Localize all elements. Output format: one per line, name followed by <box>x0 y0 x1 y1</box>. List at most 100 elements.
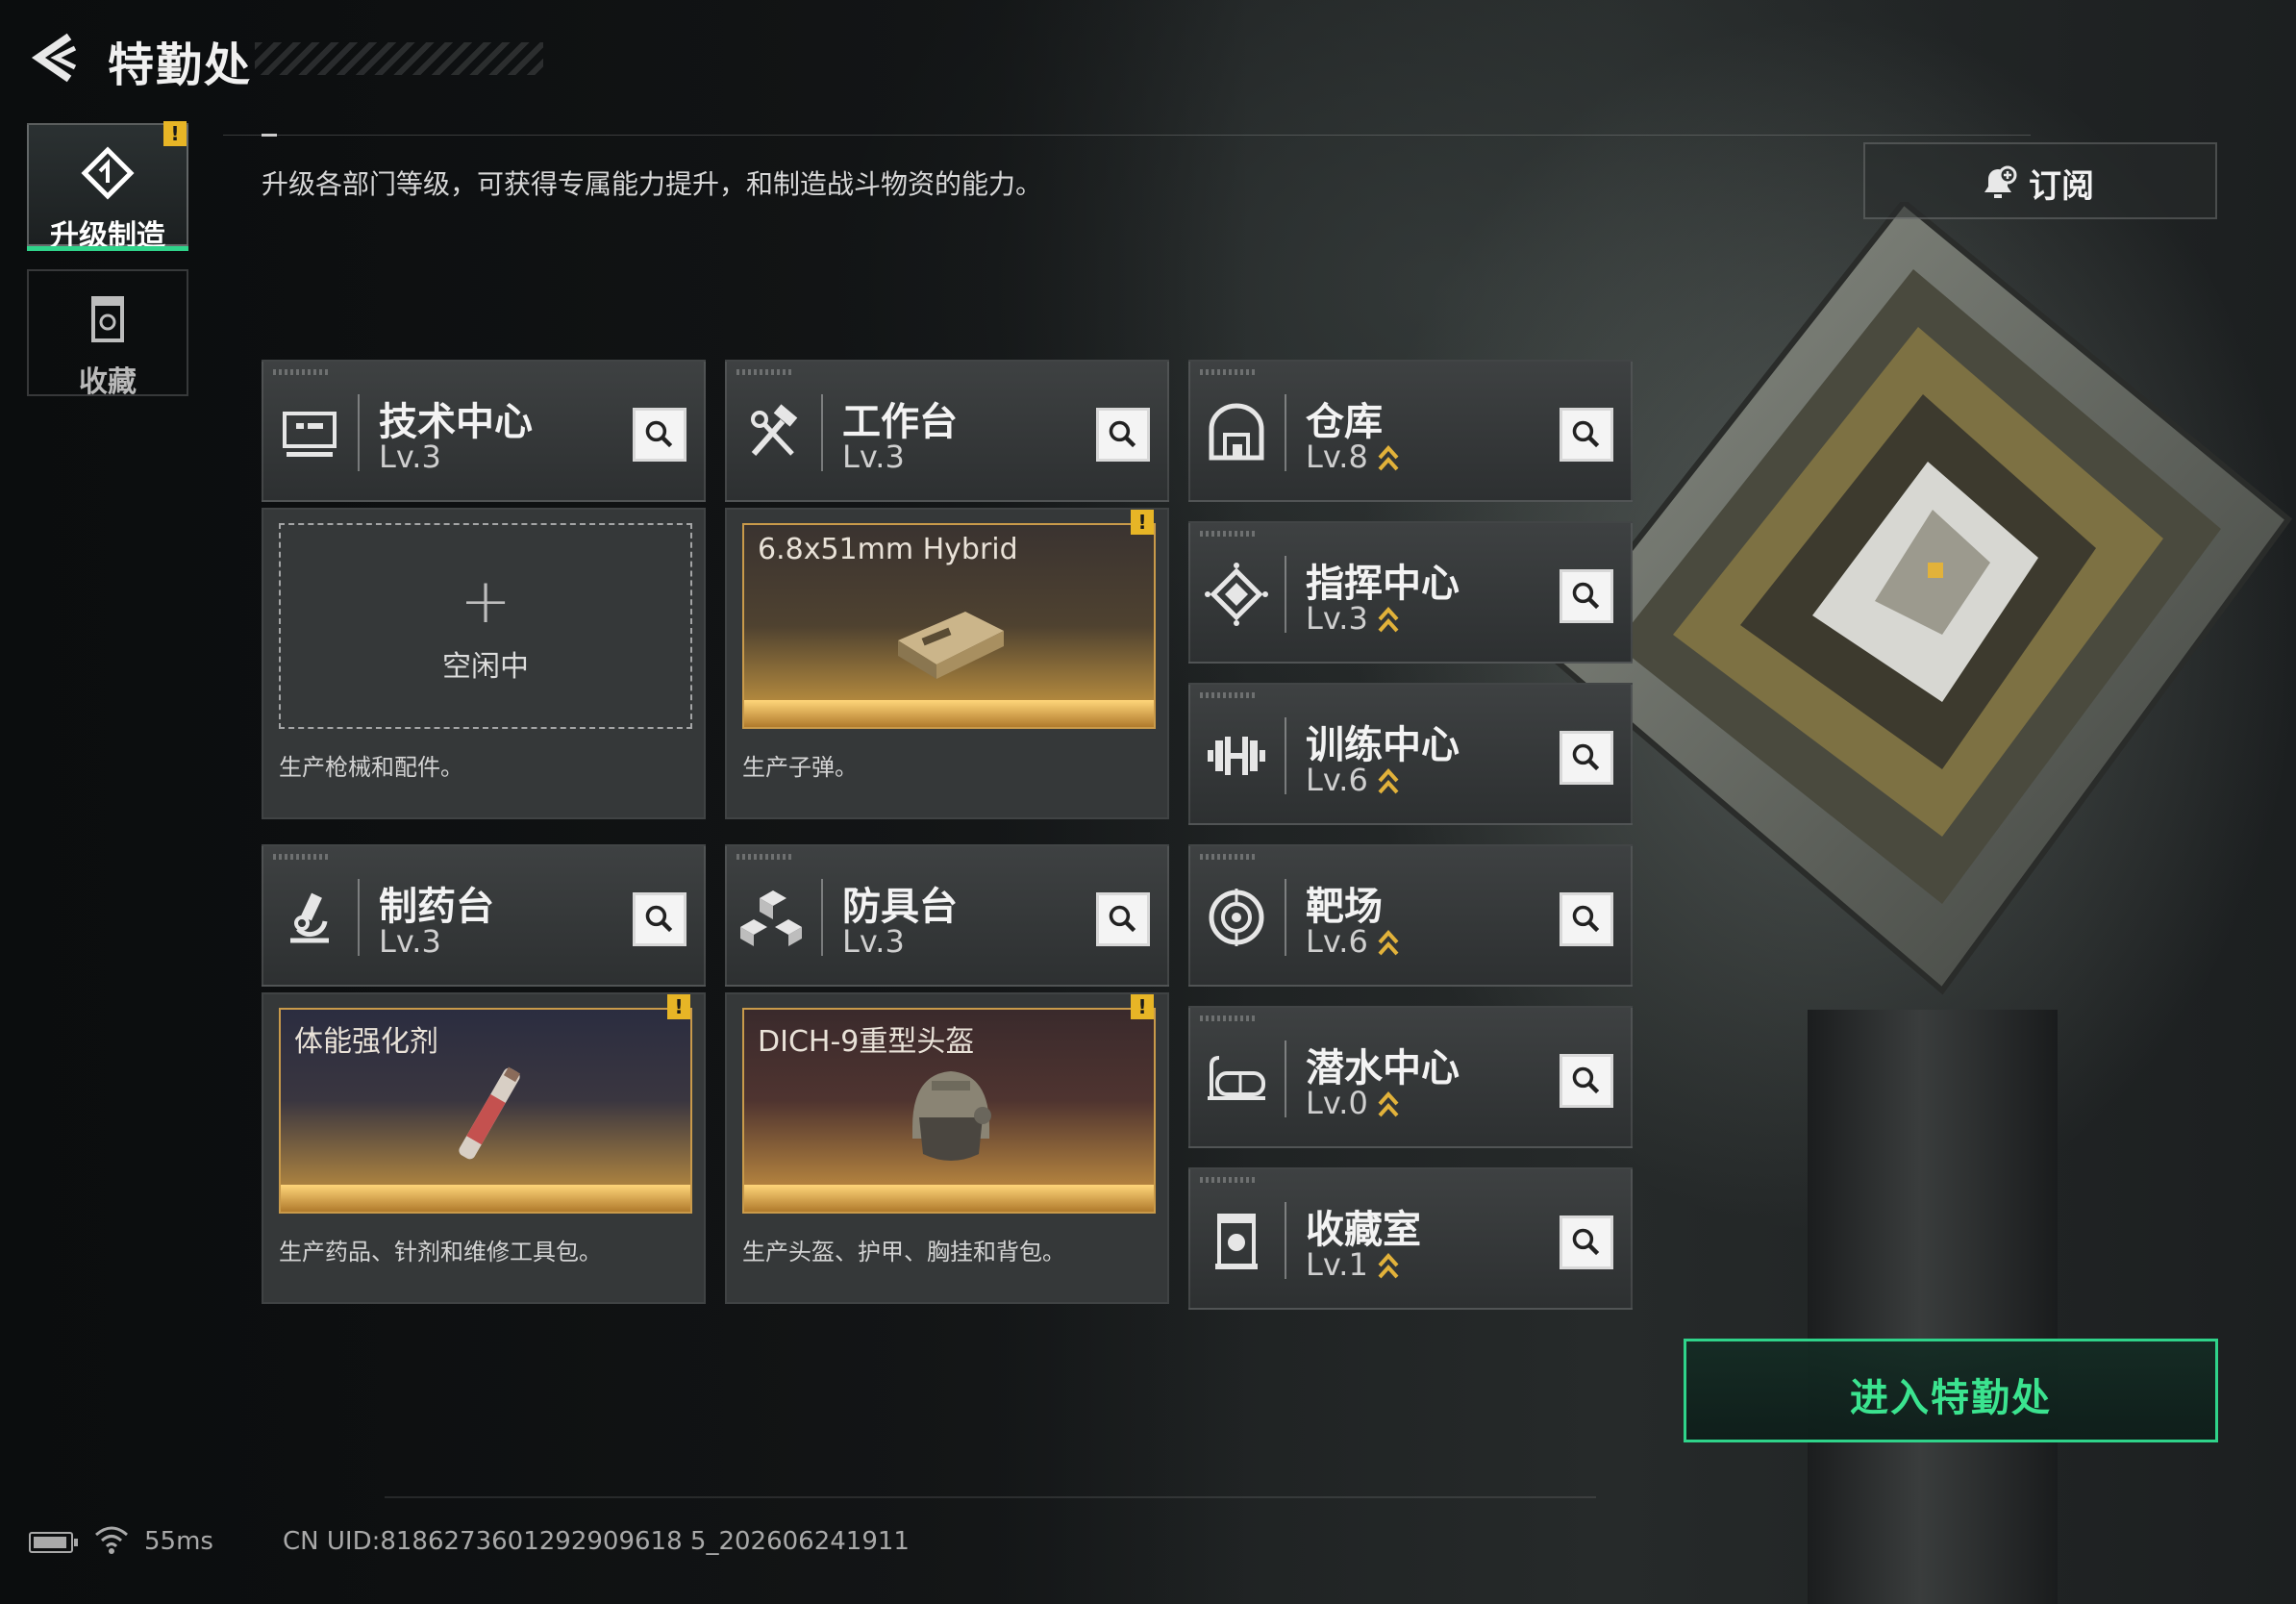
separator <box>1285 717 1286 794</box>
syringe-icon <box>459 1066 521 1160</box>
collection-jar-icon <box>1215 1214 1258 1269</box>
search-icon[interactable] <box>1560 1054 1613 1108</box>
alert-badge: ! <box>1131 994 1154 1019</box>
search-icon[interactable] <box>1560 892 1613 946</box>
separator <box>1285 394 1286 471</box>
alert-badge: ! <box>1131 510 1154 535</box>
station-training-center[interactable]: 训练中心 Lv.6 <box>1188 683 1633 825</box>
search-icon[interactable] <box>633 892 686 946</box>
page-description: 升级各部门等级，可获得专属能力提升，和制造战斗物资的能力。 <box>262 168 1043 200</box>
station-armor[interactable]: 防具台 Lv.3 <box>725 844 1169 987</box>
search-icon[interactable] <box>1560 569 1613 623</box>
page-title: 特勤处 <box>108 38 253 92</box>
subscribe-label: 订阅 <box>2029 167 2094 206</box>
station-level: Lv.8 <box>1306 439 1368 475</box>
station-description: 生产子弹。 <box>742 754 858 781</box>
header-decoration <box>1200 531 1258 537</box>
search-icon[interactable] <box>1096 892 1150 946</box>
header-decoration <box>1200 369 1258 375</box>
search-icon[interactable] <box>1096 408 1150 462</box>
station-pharmacy-body: 体能强化剂 ! 生产药品、针剂和维修工具包。 <box>262 992 706 1304</box>
header-decoration <box>273 854 331 860</box>
search-icon[interactable] <box>1560 408 1613 462</box>
active-tab-indicator <box>27 246 188 251</box>
search-icon[interactable] <box>1560 1216 1613 1269</box>
back-arrow-icon[interactable] <box>27 31 81 85</box>
command-chip-icon <box>1205 563 1268 626</box>
upgrade-available-icon <box>1378 1091 1399 1117</box>
helmet-icon <box>912 1071 991 1161</box>
enter-button[interactable]: 进入特勤处 <box>1684 1339 2218 1442</box>
slot-progress-bar <box>281 1185 690 1212</box>
production-slot[interactable]: 体能强化剂 <box>279 1008 692 1214</box>
upgrade-cube-icon <box>81 146 135 200</box>
search-icon[interactable] <box>633 408 686 462</box>
station-description: 生产药品、针剂和维修工具包。 <box>279 1239 602 1266</box>
separator <box>358 394 360 471</box>
microscope-icon <box>290 892 329 943</box>
station-collection-room[interactable]: 收藏室 Lv.1 <box>1188 1167 1633 1310</box>
item-name: 体能强化剂 <box>294 1025 438 1059</box>
header-decoration <box>1200 692 1258 698</box>
subscribe-button[interactable]: 订阅 <box>1863 142 2217 219</box>
separator <box>1285 1040 1286 1117</box>
upgrade-available-icon <box>1378 445 1399 471</box>
cube-artwork <box>1543 202 2293 995</box>
separator <box>821 879 823 956</box>
cubes-icon <box>740 890 802 946</box>
header-decoration <box>736 854 794 860</box>
upgrade-available-icon <box>1378 607 1399 633</box>
diving-mask-icon <box>1208 1056 1265 1100</box>
header-decoration <box>1200 1015 1258 1021</box>
station-level: Lv.0 <box>1306 1085 1368 1121</box>
search-icon[interactable] <box>1560 731 1613 785</box>
wifi-icon <box>95 1526 128 1554</box>
separator <box>358 879 360 956</box>
station-level: Lv.3 <box>379 923 441 960</box>
collection-jar-icon <box>91 296 124 342</box>
station-tech-body: + 空闲中 生产枪械和配件。 <box>262 508 706 819</box>
enter-button-label: 进入特勤处 <box>1850 1376 2052 1420</box>
station-level: Lv.6 <box>1306 762 1368 798</box>
station-level: Lv.3 <box>1306 600 1368 637</box>
station-pharmacy[interactable]: 制药台 Lv.3 <box>262 844 706 987</box>
hammer-wrench-icon <box>751 404 798 456</box>
station-workbench[interactable]: 工作台 Lv.3 <box>725 360 1169 502</box>
station-shooting-range[interactable]: 靶场 Lv.6 <box>1188 844 1633 987</box>
station-warehouse[interactable]: 仓库 Lv.8 <box>1188 360 1633 502</box>
item-name: DICH-9重型头盔 <box>758 1025 975 1059</box>
tab-collection[interactable]: 收藏 <box>27 269 188 399</box>
alert-badge: ! <box>163 121 187 146</box>
slot-progress-bar <box>744 700 1154 727</box>
station-tech-center[interactable]: 技术中心 Lv.3 <box>262 360 706 502</box>
station-level: Lv.1 <box>1306 1246 1368 1283</box>
title-decoration <box>255 42 543 75</box>
monitor-icon <box>283 412 337 457</box>
separator <box>1285 1202 1286 1279</box>
alert-badge: ! <box>667 994 690 1019</box>
dumbbell-icon <box>1208 737 1265 775</box>
production-slot[interactable]: 6.8x51mm Hybrid <box>742 523 1156 729</box>
station-diving-center[interactable]: 潜水中心 Lv.0 <box>1188 1006 1633 1148</box>
target-icon <box>1209 889 1264 946</box>
slot-status: 空闲中 <box>442 650 529 684</box>
station-armor-body: DICH-9重型头盔 ! 生产头盔、护甲、胸挂和背包。 <box>725 992 1169 1304</box>
production-slot[interactable]: DICH-9重型头盔 <box>742 1008 1156 1214</box>
separator <box>1285 556 1286 633</box>
network-ping: 55ms <box>144 1527 213 1556</box>
ammo-box-icon <box>898 612 1004 679</box>
station-command-center[interactable]: 指挥中心 Lv.3 <box>1188 521 1633 664</box>
separator <box>821 394 823 471</box>
pillar-artwork <box>1808 1010 2058 1604</box>
empty-production-slot[interactable]: + 空闲中 <box>279 523 692 729</box>
divider <box>223 135 2031 136</box>
header-decoration <box>273 369 331 375</box>
separator <box>1285 879 1286 956</box>
upgrade-available-icon <box>1378 1253 1399 1279</box>
station-workbench-body: 6.8x51mm Hybrid ! 生产子弹。 <box>725 508 1169 819</box>
warehouse-icon <box>1209 403 1264 461</box>
bell-add-icon <box>1984 165 2017 198</box>
station-level: Lv.3 <box>379 439 441 475</box>
header-decoration <box>1200 1177 1258 1183</box>
header-decoration <box>736 369 794 375</box>
